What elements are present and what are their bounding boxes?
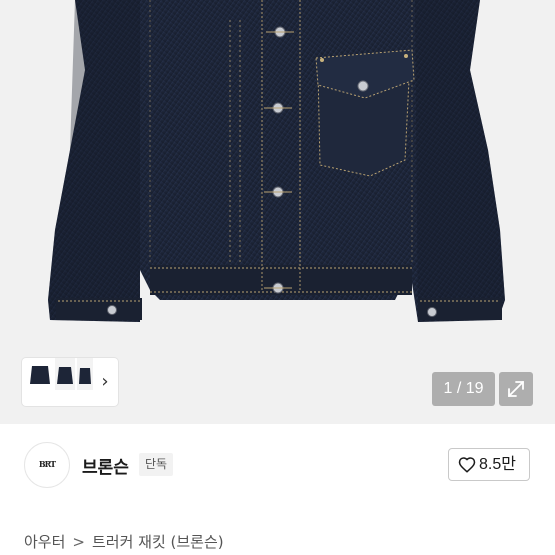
expand-button[interactable]	[499, 372, 533, 406]
seller-logo[interactable]: BRT	[24, 442, 70, 488]
product-image-gallery[interactable]: › 1 / 19	[0, 0, 555, 424]
page-counter: 1 / 19	[432, 372, 495, 406]
breadcrumb: 아우터 > 트러커 재킷 (브론슨)	[24, 531, 224, 552]
thumbnail-2[interactable]	[55, 358, 75, 390]
seller-logo-text: BRT	[38, 459, 56, 469]
chevron-right-icon[interactable]: ›	[98, 370, 112, 394]
thumbnail-3[interactable]	[77, 358, 93, 390]
like-count: 8.5만	[479, 456, 516, 473]
breadcrumb-category[interactable]: 아우터	[24, 531, 65, 552]
thumbnail-strip[interactable]: ›	[22, 358, 118, 406]
like-button[interactable]: 8.5만	[448, 448, 530, 481]
exclusive-badge: 단독	[139, 453, 174, 476]
chevron-right-separator: >	[72, 533, 85, 551]
expand-icon	[508, 381, 524, 397]
seller-name[interactable]: 브론슨	[82, 453, 129, 478]
thumbnail-1[interactable]	[28, 358, 52, 390]
breadcrumb-product[interactable]: 트러커 재킷 (브론슨)	[92, 531, 224, 552]
heart-outline-icon	[458, 457, 476, 473]
